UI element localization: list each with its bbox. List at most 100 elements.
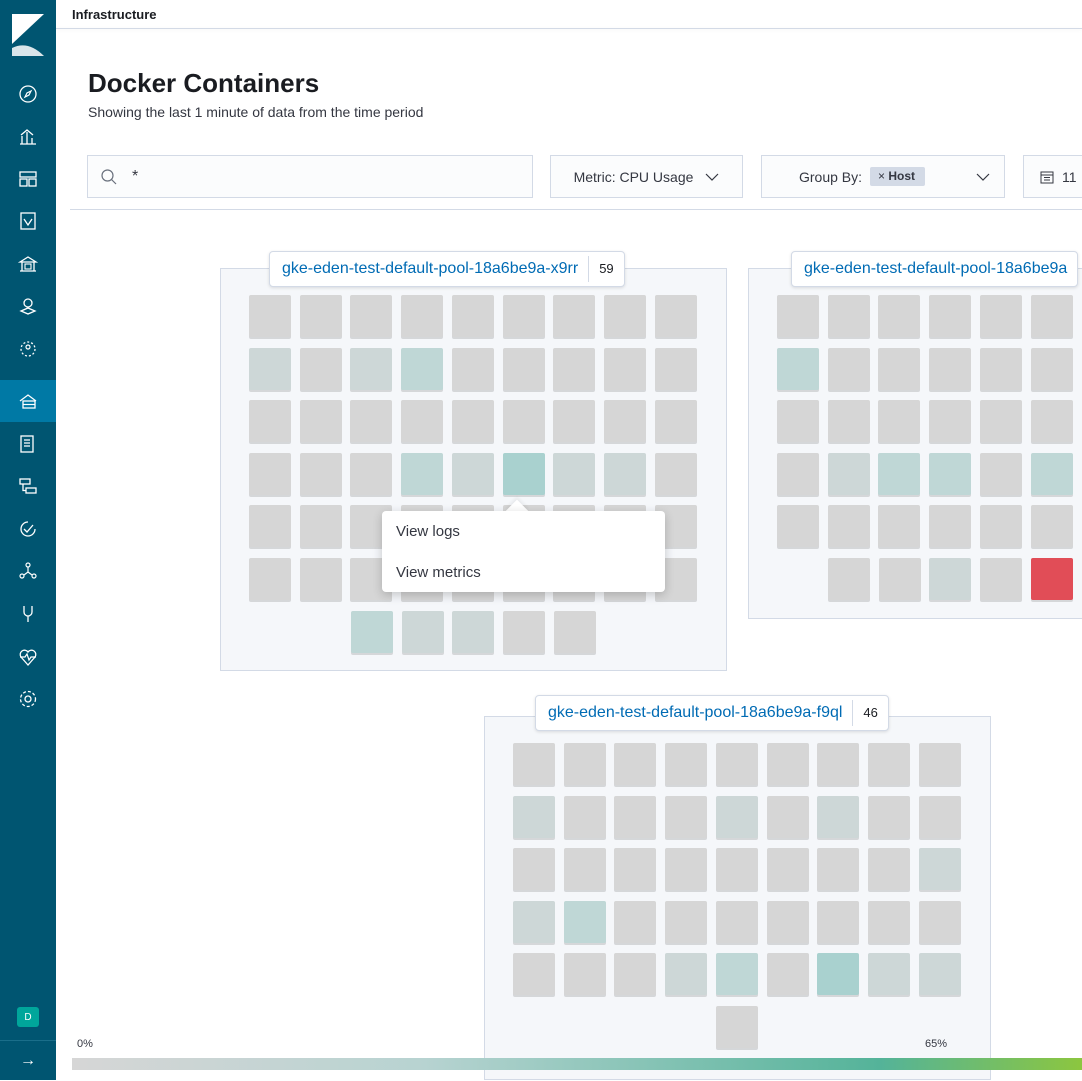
container-node[interactable] bbox=[300, 348, 342, 390]
container-node[interactable] bbox=[929, 505, 971, 547]
container-node[interactable] bbox=[553, 348, 595, 390]
container-node[interactable] bbox=[817, 796, 859, 838]
container-node[interactable] bbox=[614, 953, 656, 995]
host-name-link[interactable]: gke-eden-test-default-pool-18a6be9a bbox=[792, 260, 1077, 278]
container-node[interactable] bbox=[513, 743, 555, 785]
container-node[interactable] bbox=[655, 453, 697, 495]
container-node[interactable] bbox=[452, 295, 494, 337]
container-node[interactable] bbox=[665, 953, 707, 995]
sidebar-item-visualize[interactable] bbox=[0, 115, 56, 157]
user-avatar[interactable]: D bbox=[17, 1007, 39, 1027]
view-metrics-menu-item[interactable]: View metrics bbox=[396, 564, 481, 581]
container-node[interactable] bbox=[1031, 400, 1073, 442]
container-node[interactable] bbox=[564, 953, 606, 995]
container-node[interactable] bbox=[300, 295, 342, 337]
container-node[interactable] bbox=[553, 453, 595, 495]
sidebar-item-apm[interactable] bbox=[0, 465, 56, 507]
container-node[interactable] bbox=[665, 743, 707, 785]
host-name-link[interactable]: gke-eden-test-default-pool-18a6be9a-f9ql bbox=[536, 704, 852, 722]
container-node[interactable] bbox=[401, 400, 443, 442]
host-group-label[interactable]: gke-eden-test-default-pool-18a6be9a bbox=[791, 251, 1078, 287]
container-node[interactable] bbox=[980, 348, 1022, 390]
container-node[interactable] bbox=[878, 400, 920, 442]
container-node[interactable] bbox=[777, 505, 819, 547]
container-node[interactable] bbox=[716, 953, 758, 995]
container-node[interactable] bbox=[604, 295, 646, 337]
container-node[interactable] bbox=[604, 453, 646, 495]
container-node[interactable] bbox=[1031, 348, 1073, 390]
date-picker[interactable]: 11 bbox=[1023, 155, 1082, 198]
container-node[interactable] bbox=[249, 295, 291, 337]
container-node[interactable] bbox=[452, 348, 494, 390]
container-node[interactable] bbox=[401, 295, 443, 337]
sidebar-item-graph[interactable] bbox=[0, 328, 56, 370]
container-node[interactable] bbox=[716, 1006, 758, 1048]
container-node[interactable] bbox=[249, 453, 291, 495]
container-node[interactable] bbox=[401, 348, 443, 390]
container-node[interactable] bbox=[300, 505, 342, 547]
container-node[interactable] bbox=[980, 453, 1022, 495]
sidebar-item-discover[interactable] bbox=[0, 73, 56, 115]
container-node[interactable] bbox=[655, 400, 697, 442]
container-node[interactable] bbox=[919, 796, 961, 838]
container-node[interactable] bbox=[716, 796, 758, 838]
container-node[interactable] bbox=[868, 796, 910, 838]
container-node[interactable] bbox=[980, 295, 1022, 337]
container-node[interactable] bbox=[503, 348, 545, 390]
container-node[interactable] bbox=[665, 796, 707, 838]
host-group-label[interactable]: gke-eden-test-default-pool-18a6be9a-f9ql… bbox=[535, 695, 889, 731]
groupby-pill[interactable]: × Host bbox=[870, 167, 925, 186]
container-node[interactable] bbox=[604, 400, 646, 442]
container-node[interactable] bbox=[503, 453, 545, 495]
container-node[interactable] bbox=[929, 558, 971, 600]
container-node[interactable] bbox=[868, 901, 910, 943]
sidebar-item-uptime[interactable] bbox=[0, 508, 56, 550]
container-node[interactable] bbox=[350, 295, 392, 337]
container-node[interactable] bbox=[868, 953, 910, 995]
container-node[interactable] bbox=[828, 505, 870, 547]
container-node[interactable] bbox=[817, 848, 859, 890]
container-node[interactable] bbox=[817, 743, 859, 785]
container-node[interactable] bbox=[249, 400, 291, 442]
breadcrumb[interactable]: Infrastructure bbox=[72, 7, 157, 22]
container-node[interactable] bbox=[401, 453, 443, 495]
container-node[interactable] bbox=[980, 558, 1022, 600]
container-node[interactable] bbox=[564, 796, 606, 838]
container-node[interactable] bbox=[929, 453, 971, 495]
container-node[interactable] bbox=[300, 558, 342, 600]
container-node[interactable] bbox=[604, 348, 646, 390]
container-node[interactable] bbox=[828, 453, 870, 495]
sidebar-item-infrastructure[interactable] bbox=[0, 380, 56, 422]
sidebar-item-management[interactable] bbox=[0, 678, 56, 720]
container-node[interactable] bbox=[777, 348, 819, 390]
container-node[interactable] bbox=[1031, 558, 1073, 600]
container-node[interactable] bbox=[868, 743, 910, 785]
container-node[interactable] bbox=[828, 295, 870, 337]
container-node[interactable] bbox=[828, 400, 870, 442]
groupby-select[interactable]: Group By: × Host bbox=[761, 155, 1005, 198]
container-node[interactable] bbox=[350, 348, 392, 390]
container-node[interactable] bbox=[868, 848, 910, 890]
container-node[interactable] bbox=[249, 558, 291, 600]
container-node[interactable] bbox=[767, 953, 809, 995]
container-node[interactable] bbox=[767, 743, 809, 785]
search-input[interactable]: * bbox=[87, 155, 533, 198]
container-node[interactable] bbox=[929, 295, 971, 337]
container-node[interactable] bbox=[249, 505, 291, 547]
container-node[interactable] bbox=[402, 611, 444, 653]
container-node[interactable] bbox=[767, 796, 809, 838]
container-node[interactable] bbox=[919, 953, 961, 995]
container-node[interactable] bbox=[553, 400, 595, 442]
container-node[interactable] bbox=[452, 453, 494, 495]
container-node[interactable] bbox=[817, 953, 859, 995]
container-node[interactable] bbox=[513, 901, 555, 943]
container-node[interactable] bbox=[350, 400, 392, 442]
sidebar-item-siem[interactable] bbox=[0, 550, 56, 592]
container-node[interactable] bbox=[249, 348, 291, 390]
container-node[interactable] bbox=[879, 558, 921, 600]
container-node[interactable] bbox=[614, 796, 656, 838]
sidebar-item-ml[interactable] bbox=[0, 285, 56, 327]
container-node[interactable] bbox=[655, 295, 697, 337]
container-node[interactable] bbox=[564, 848, 606, 890]
container-node[interactable] bbox=[564, 901, 606, 943]
